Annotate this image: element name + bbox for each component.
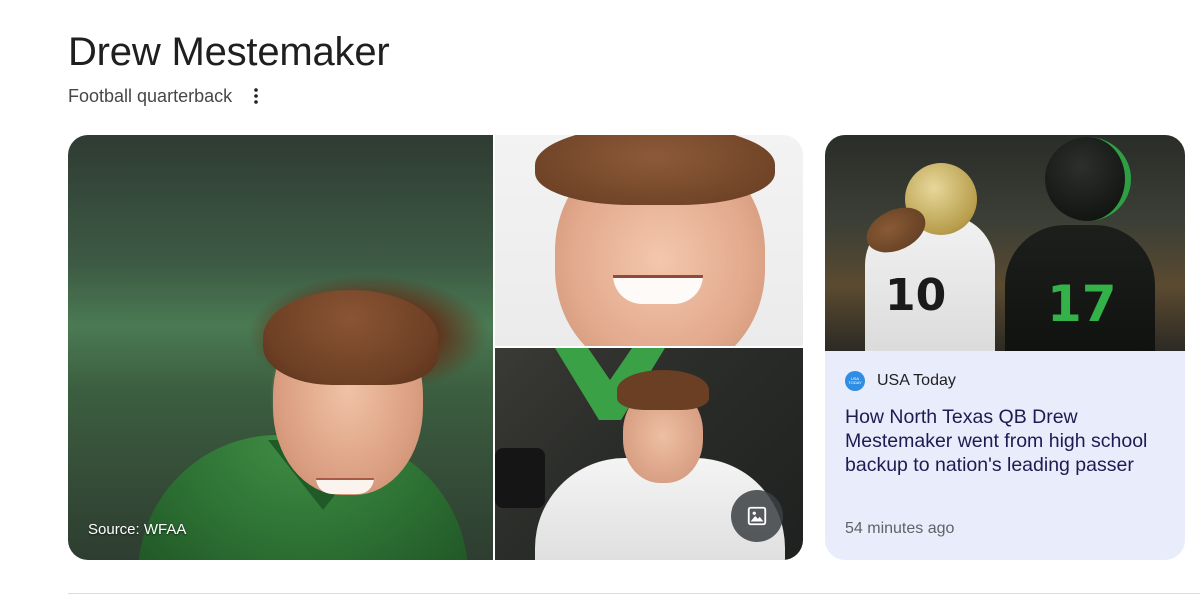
news-image: 10 17 <box>825 135 1185 351</box>
news-timestamp: 54 minutes ago <box>845 520 955 537</box>
more-options-button[interactable] <box>246 84 266 108</box>
image-gallery: Source: WFAA <box>68 135 803 560</box>
entity-description: Football quarterback <box>68 86 233 106</box>
image-source-label: Source: WFAA <box>88 521 187 538</box>
camera-shape <box>495 448 545 508</box>
image-icon <box>747 506 767 526</box>
entity-subtitle-row: Football quarterback <box>68 84 266 108</box>
photo-hair <box>263 290 438 385</box>
headshot-hair <box>535 135 775 205</box>
publisher-name: USA Today <box>877 372 956 389</box>
helmet-right-shape <box>1045 137 1131 221</box>
open-gallery-button[interactable] <box>731 490 783 542</box>
section-divider <box>68 593 1200 594</box>
sideline-image[interactable] <box>495 348 803 560</box>
jersey-number-right: 17 <box>1047 275 1117 333</box>
jersey-number-left: 10 <box>885 270 947 321</box>
photo-smile <box>316 478 374 494</box>
main-image[interactable]: Source: WFAA <box>68 135 493 560</box>
news-body: USA TODAY USA Today How North Texas QB D… <box>845 371 1165 477</box>
news-source-row: USA TODAY USA Today <box>845 371 1165 391</box>
headshot-image[interactable] <box>495 135 803 346</box>
knowledge-panel: Drew Mestemaker Football quarterback Sou… <box>0 0 1200 606</box>
publisher-logo-icon: USA TODAY <box>845 371 865 391</box>
publisher-logo-text: USA TODAY <box>848 376 862 385</box>
sideline-hair <box>617 370 709 410</box>
entity-title: Drew Mestemaker <box>68 30 390 74</box>
news-headline[interactable]: How North Texas QB Drew Mestemaker went … <box>845 405 1165 477</box>
news-card[interactable]: 10 17 USA TODAY USA Today How North Texa… <box>825 135 1185 560</box>
more-vert-icon <box>254 88 258 104</box>
